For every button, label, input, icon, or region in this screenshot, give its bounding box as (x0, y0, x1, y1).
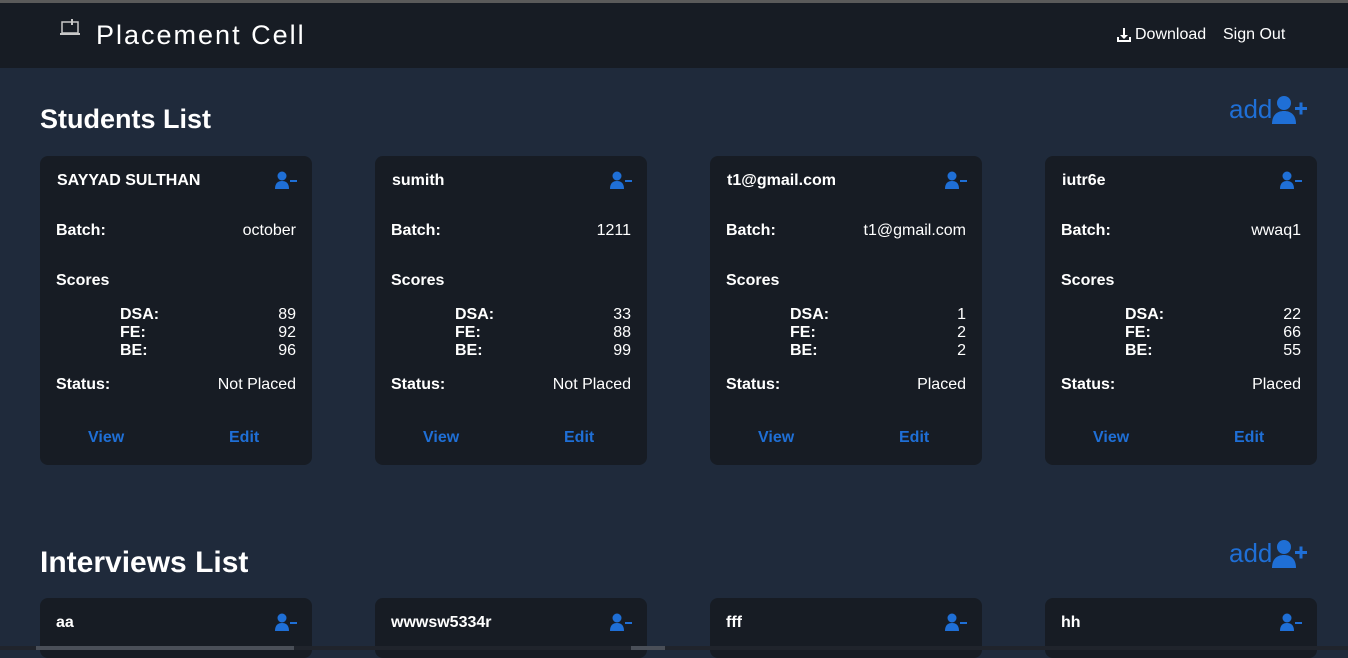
batch-value: october (242, 222, 296, 239)
dsa-score: 33 (613, 306, 631, 323)
status-value: Placed (1252, 376, 1301, 393)
scores-label: Scores (726, 272, 780, 289)
be-label: BE: (120, 342, 148, 359)
interview-name: aa (56, 614, 74, 631)
user-plus-icon (1272, 539, 1308, 568)
dsa-label: DSA: (1125, 306, 1165, 323)
status-label: Status: (391, 376, 446, 393)
user-plus-icon (1272, 95, 1308, 124)
user-minus-icon[interactable] (1280, 171, 1302, 189)
dsa-score: 1 (957, 306, 966, 323)
batch-value: t1@gmail.com (863, 222, 967, 239)
view-link[interactable]: View (1093, 429, 1129, 447)
user-minus-icon[interactable] (1280, 613, 1302, 631)
user-minus-icon[interactable] (275, 171, 297, 189)
be-score: 2 (957, 342, 966, 359)
interview-name: hh (1061, 614, 1081, 631)
user-minus-icon[interactable] (610, 171, 632, 189)
status-label: Status: (56, 376, 111, 393)
view-link[interactable]: View (423, 429, 459, 447)
user-minus-icon[interactable] (610, 613, 632, 631)
status-value: Not Placed (552, 376, 631, 393)
horizontal-scrollbar[interactable] (0, 646, 1348, 650)
dsa-label: DSA: (455, 306, 495, 323)
scores-label: Scores (391, 272, 445, 289)
view-link[interactable]: View (88, 429, 124, 447)
interview-name: fff (726, 614, 742, 631)
fe-score: 88 (613, 324, 631, 341)
batch-label: Batch: (726, 222, 776, 239)
status-value: Not Placed (217, 376, 296, 393)
dsa-label: DSA: (120, 306, 160, 323)
add-student-button[interactable]: add (1229, 94, 1308, 125)
be-score: 55 (1283, 342, 1301, 359)
brand-title: Placement Cell (96, 20, 306, 50)
download-icon (1117, 28, 1131, 42)
batch-label: Batch: (1061, 222, 1111, 239)
fe-label: FE: (455, 324, 481, 341)
student-card: t1@gmail.com Batch: t1@gmail.com Scores … (710, 156, 982, 465)
be-label: BE: (455, 342, 483, 359)
download-label: Download (1135, 26, 1207, 43)
dsa-label: DSA: (790, 306, 830, 323)
scores-label: Scores (1061, 272, 1115, 289)
student-card: iutr6e Batch: wwaq1 Scores DSA: 22 FE: 6… (1045, 156, 1317, 465)
be-label: BE: (1125, 342, 1153, 359)
scores-label: Scores (56, 272, 110, 289)
student-card: SAYYAD SULTHAN Batch: october Scores DSA… (40, 156, 312, 465)
user-minus-icon[interactable] (945, 171, 967, 189)
interviews-list-title: Interviews List (40, 546, 249, 579)
batch-label: Batch: (56, 222, 106, 239)
fe-label: FE: (1125, 324, 1151, 341)
add-interview-label: add (1229, 538, 1273, 568)
fe-score: 2 (957, 324, 966, 341)
user-minus-icon[interactable] (275, 613, 297, 631)
fe-label: FE: (120, 324, 146, 341)
scrollbar-thumb[interactable] (36, 646, 294, 650)
scrollbar-thumb-secondary[interactable] (631, 646, 665, 650)
status-value: Placed (917, 376, 966, 393)
be-label: BE: (790, 342, 818, 359)
batch-value: wwaq1 (1251, 222, 1301, 239)
student-name: SAYYAD SULTHAN (57, 172, 201, 189)
edit-link[interactable]: Edit (229, 429, 259, 447)
batch-value: 1211 (596, 222, 631, 239)
be-score: 96 (278, 342, 296, 359)
edit-link[interactable]: Edit (564, 429, 594, 447)
laptop-icon (60, 19, 80, 35)
edit-link[interactable]: Edit (899, 429, 929, 447)
status-label: Status: (726, 376, 781, 393)
navbar: Placement Cell Download Sign Out (0, 3, 1348, 68)
fe-score: 92 (278, 324, 296, 341)
signout-link[interactable]: Sign Out (1223, 26, 1285, 44)
download-link[interactable]: Download (1116, 26, 1206, 44)
user-minus-icon[interactable] (945, 613, 967, 631)
dsa-score: 22 (1283, 306, 1301, 323)
interview-name: wwwsw5334r (391, 614, 492, 631)
student-name: iutr6e (1062, 172, 1106, 189)
student-card: sumith Batch: 1211 Scores DSA: 33 FE: 88… (375, 156, 647, 465)
fe-label: FE: (790, 324, 816, 341)
student-name: t1@gmail.com (727, 172, 836, 189)
add-student-label: add (1229, 94, 1273, 124)
dsa-score: 89 (278, 306, 296, 323)
add-interview-button[interactable]: add (1229, 538, 1308, 569)
view-link[interactable]: View (758, 429, 794, 447)
status-label: Status: (1061, 376, 1116, 393)
be-score: 99 (613, 342, 631, 359)
edit-link[interactable]: Edit (1234, 429, 1264, 447)
batch-label: Batch: (391, 222, 441, 239)
student-name: sumith (392, 172, 445, 189)
fe-score: 66 (1283, 324, 1301, 341)
students-list-title: Students List (40, 104, 212, 134)
